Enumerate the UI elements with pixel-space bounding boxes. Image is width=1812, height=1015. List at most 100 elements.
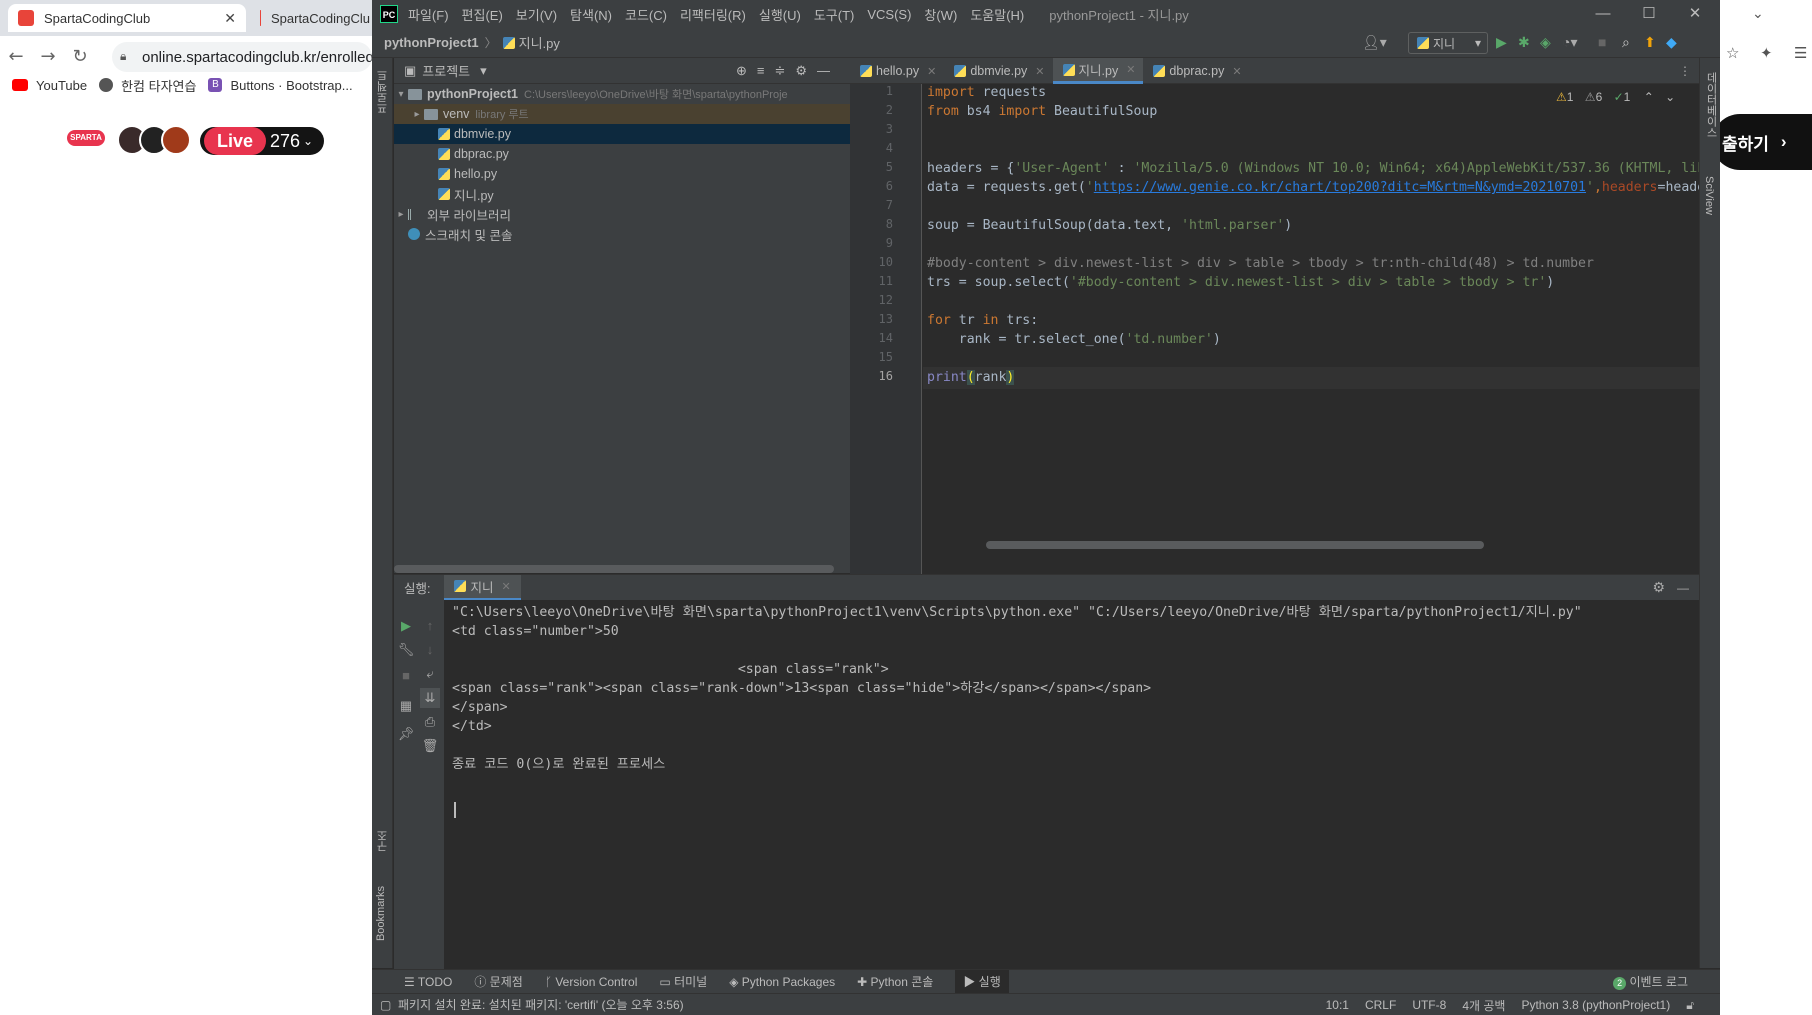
tree-file[interactable]: dbmvie.py [394,124,850,144]
inspection-widget[interactable]: ⚠1 ⚠6 ✓1 ⌃ ⌄ [1556,90,1675,104]
tool-python-packages[interactable]: ◈ Python Packages [729,975,835,989]
status-indent[interactable]: 4개 공백 [1462,997,1505,1014]
editor-tab-active[interactable]: 지니.py ✕ [1052,58,1144,84]
scroll-to-end-icon[interactable]: ⇊ [420,688,440,708]
tree-file[interactable]: 지니.py [394,184,850,204]
menu-navigate[interactable]: 탐색(N) [570,5,612,24]
down-arrow-icon[interactable]: ↓ [420,640,440,660]
run-icon[interactable]: ▶ [1496,34,1507,51]
coverage-icon[interactable]: ◈ [1540,34,1551,51]
editor-scrollbar[interactable] [986,541,1484,549]
chevron-down-icon[interactable]: ⌄ [1665,90,1675,104]
bookmark-youtube[interactable]: YouTube [12,78,87,93]
jetbrains-icon[interactable]: ◆ [1666,34,1677,51]
tool-structure[interactable]: 구조 [375,830,391,852]
close-icon[interactable]: ✕ [1232,65,1241,78]
menu-help[interactable]: 도움말(H) [970,5,1024,24]
bookmark-bootstrap[interactable]: B Buttons · Bootstrap... [208,78,353,93]
tool-python-console[interactable]: ✚ Python 콘솔 [857,973,933,990]
update-icon[interactable]: ⬆ [1644,34,1656,51]
menu-run[interactable]: 실행(U) [759,5,801,24]
menu-edit[interactable]: 편집(E) [462,5,503,24]
rerun-icon[interactable]: ▶ [396,616,416,636]
breadcrumb-file[interactable]: 지니.py [519,33,560,52]
status-line-separator[interactable]: CRLF [1365,998,1396,1012]
chevron-down-icon[interactable]: ⌄ [1752,6,1764,22]
user-icon[interactable]: 👤︎▾ [1362,34,1387,51]
menu-file[interactable]: 파일(F) [408,5,449,24]
status-toggle-icon[interactable]: ▢ [380,998,391,1012]
reading-list-icon[interactable]: ☰ [1794,44,1807,62]
tool-sciview[interactable]: SciView [1703,176,1715,215]
menu-vcs[interactable]: VCS(S) [867,7,911,22]
print-icon[interactable]: ⎙ [420,712,440,732]
tree-venv[interactable]: ▸ venv library 루트 [394,104,850,124]
event-log[interactable]: 2 이벤트 로그 [1613,973,1688,990]
chevron-down-icon[interactable]: ▾ [480,63,487,79]
forward-icon[interactable]: → [32,46,64,67]
cta-button[interactable]: 출하기 › [1712,114,1812,170]
close-icon[interactable]: ✕ [224,10,236,27]
menu-tools[interactable]: 도구(T) [814,5,855,24]
minimize-icon[interactable]: — [1580,0,1626,28]
profile-icon[interactable]: ◔▾ [1562,34,1577,51]
menu-code[interactable]: 코드(C) [625,5,667,24]
tree-file[interactable]: dbprac.py [394,144,850,164]
chevron-up-icon[interactable]: ⌃ [1644,90,1654,104]
menu-view[interactable]: 보기(V) [516,5,557,24]
code-editor[interactable]: import requests from bs4 import Beautifu… [923,84,1699,574]
browser-tab-1[interactable]: SpartaCodingClub ✕ [8,4,246,32]
tool-terminal[interactable]: ▭ 터미널 [659,973,707,990]
tree-root[interactable]: ▾ pythonProject1 C:\Users\leeyo\OneDrive… [394,84,850,104]
extensions-icon[interactable]: ✦ [1760,44,1773,62]
tool-problems[interactable]: ⓘ 문제점 [474,973,522,990]
breadcrumb-project[interactable]: pythonProject1 [384,35,479,50]
status-caret-position[interactable]: 10:1 [1326,998,1349,1012]
gear-icon[interactable]: ⚙ [1652,579,1665,596]
close-icon[interactable]: ✕ [502,580,511,593]
run-console[interactable]: "C:\Users\leeyo\OneDrive\바탕 화면\sparta\py… [444,600,1699,970]
tree-scratches[interactable]: 스크래치 및 콘솔 [394,224,850,244]
search-icon[interactable]: ⌕ [1622,34,1630,51]
close-icon[interactable]: ✕ [1672,0,1718,28]
close-icon[interactable]: ✕ [1126,63,1135,76]
up-arrow-icon[interactable]: ↑ [420,616,440,636]
maximize-icon[interactable]: ☐ [1626,0,1672,28]
status-interpreter[interactable]: Python 3.8 (pythonProject1) [1521,998,1670,1012]
editor-tab[interactable]: dbmvie.py ✕ [944,58,1052,84]
lock-icon[interactable]: 🔓︎ [1686,998,1694,1013]
status-encoding[interactable]: UTF-8 [1412,998,1446,1012]
hide-icon[interactable]: — [1677,581,1689,595]
run-config-select[interactable]: 지니 ▾ [1408,32,1488,54]
tool-database[interactable]: 데이터베이스 [1703,72,1719,138]
tree-file[interactable]: hello.py [394,164,850,184]
menu-refactor[interactable]: 리팩터링(R) [680,5,746,24]
bookmark-hancom[interactable]: 한컴 타자연습 [99,76,196,95]
project-scrollbar[interactable] [394,565,834,573]
tool-bookmarks[interactable]: Bookmarks [375,886,387,941]
editor-tab[interactable]: hello.py ✕ [850,58,944,84]
back-icon[interactable]: ← [0,46,32,67]
debug-icon[interactable]: ✱ [1518,34,1530,51]
reload-icon[interactable]: ↻ [64,46,96,67]
tree-external-libraries[interactable]: ▸ 외부 라이브러리 [394,204,850,224]
pin-icon[interactable]: 📌︎ [396,724,416,744]
run-tab[interactable]: 지니 ✕ [444,574,521,601]
tool-run[interactable]: ▶ 실행 [955,970,1009,993]
code-url-link[interactable]: https://www.genie.co.kr/chart/top200?dit… [1094,180,1586,195]
address-bar[interactable]: online.spartacodingclub.kr/enrolleds [112,42,372,72]
editor-tab[interactable]: dbprac.py ✕ [1143,58,1249,84]
stop-icon[interactable]: ■ [396,666,416,686]
status-message[interactable]: 패키지 설치 완료: 설치된 패키지: 'certifi' (오늘 오후 3:5… [398,996,684,1013]
wrench-icon[interactable]: 🔧︎ [396,640,416,660]
tool-version-control[interactable]: ᚴ Version Control [545,975,638,989]
soft-wrap-icon[interactable]: ⤶ [420,664,440,684]
close-icon[interactable]: ✕ [927,65,936,78]
star-icon[interactable]: ☆ [1726,44,1739,62]
tool-todo[interactable]: ☰ TODO [404,975,452,989]
tool-project[interactable]: 프로젝트 [375,70,391,114]
panel-actions[interactable]: ⊕≡≑⚙— [736,63,840,79]
browser-tab-2[interactable]: SpartaCodingClu [250,4,380,32]
more-icon[interactable]: ⋮ [1679,58,1691,83]
project-panel-title[interactable]: 프로젝트 [422,61,470,80]
